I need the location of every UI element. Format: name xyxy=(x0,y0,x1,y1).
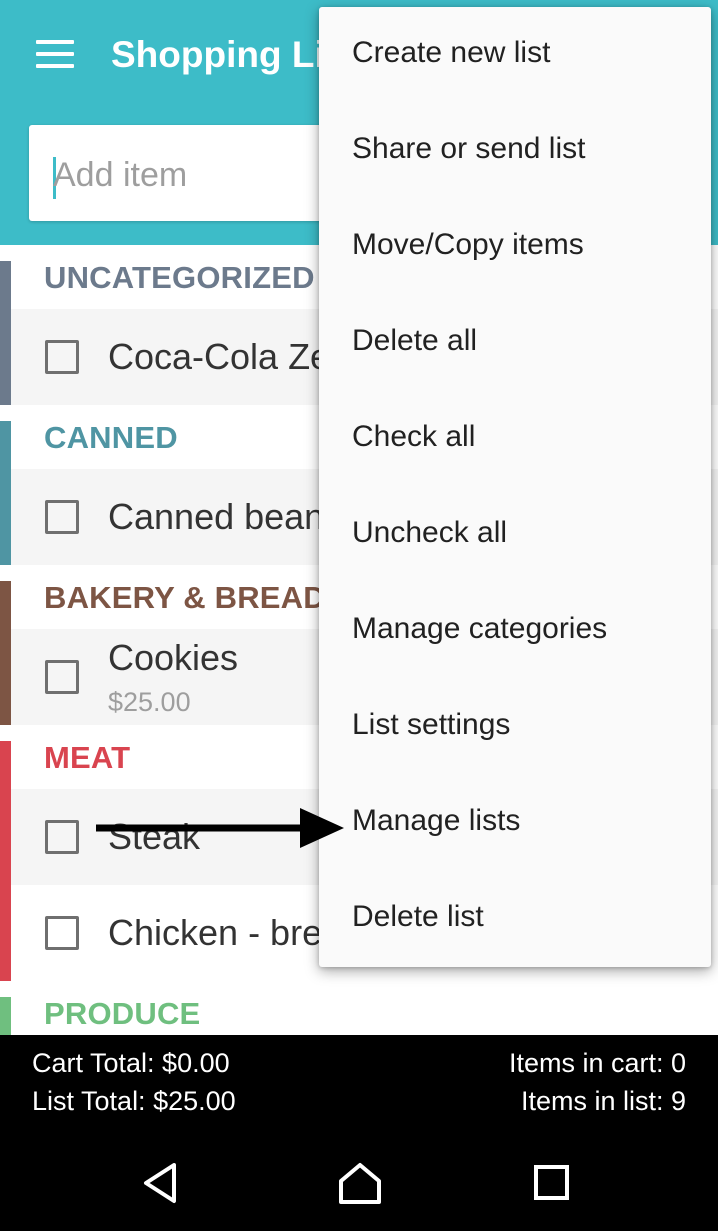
category-color-bar xyxy=(0,421,11,565)
item-name: Canned beans xyxy=(108,496,343,537)
category-color-bar xyxy=(0,261,11,405)
menu-item-label: Move/Copy items xyxy=(352,228,584,261)
add-item-box[interactable] xyxy=(29,125,349,221)
menu-item-label: Share or send list xyxy=(352,132,586,165)
menu-item-list-settings[interactable]: List settings xyxy=(319,679,711,775)
menu-item-delete-list[interactable]: Delete list xyxy=(319,871,711,967)
items-in-cart: Items in cart: 0 xyxy=(508,1048,686,1078)
category-header: UNCATEGORIZED xyxy=(44,260,315,295)
menu-item-uncheck-all[interactable]: Uncheck all xyxy=(319,487,711,583)
recents-icon[interactable] xyxy=(528,1161,576,1205)
system-navigation-bar xyxy=(0,1131,718,1231)
menu-item-label: Uncheck all xyxy=(352,516,508,549)
item-price: $25.00 xyxy=(108,687,191,717)
hamburger-menu-icon[interactable] xyxy=(36,40,74,68)
totals-bar: Cart Total: $0.00 List Total: $25.00 Ite… xyxy=(0,1035,718,1131)
menu-item-manage-lists[interactable]: Manage lists xyxy=(319,775,711,871)
item-name: Cookies xyxy=(108,637,239,678)
item-checkbox[interactable] xyxy=(45,340,79,374)
add-item-input[interactable] xyxy=(53,151,333,199)
back-icon[interactable] xyxy=(140,1161,188,1205)
cart-total: Cart Total: $0.00 xyxy=(32,1048,230,1078)
items-in-list: Items in list: 9 xyxy=(520,1086,686,1116)
item-checkbox[interactable] xyxy=(45,660,79,694)
menu-item-label: List settings xyxy=(352,708,511,741)
menu-item-label: Create new list xyxy=(352,36,551,69)
category-header: CANNED xyxy=(44,420,178,455)
menu-item-label: Delete all xyxy=(352,324,478,357)
menu-item-move-copy-items[interactable]: Move/Copy items xyxy=(319,199,711,295)
overflow-menu: Create new list Share or send list Move/… xyxy=(319,7,711,967)
item-checkbox[interactable] xyxy=(45,916,79,950)
category-color-bar xyxy=(0,997,11,1035)
menu-item-delete-all[interactable]: Delete all xyxy=(319,295,711,391)
menu-item-share-or-send-list[interactable]: Share or send list xyxy=(319,103,711,199)
menu-item-check-all[interactable]: Check all xyxy=(319,391,711,487)
category-color-bar xyxy=(0,741,11,981)
category-color-bar xyxy=(0,581,11,725)
category-header: PRODUCE xyxy=(44,996,201,1031)
menu-item-label: Check all xyxy=(352,420,476,453)
menu-item-manage-categories[interactable]: Manage categories xyxy=(319,583,711,679)
category-produce: PRODUCE xyxy=(0,981,718,1035)
home-icon[interactable] xyxy=(336,1161,384,1205)
item-checkbox[interactable] xyxy=(45,500,79,534)
shopping-list-screen: Shopping List UNCATEGORIZED Coca-Cola Ze… xyxy=(0,0,718,1231)
item-checkbox[interactable] xyxy=(45,820,79,854)
category-header: BAKERY & BREAD xyxy=(44,580,326,615)
list-total: List Total: $25.00 xyxy=(32,1086,236,1116)
menu-item-create-new-list[interactable]: Create new list xyxy=(319,7,711,103)
right-arrow-icon xyxy=(94,806,346,850)
category-header: MEAT xyxy=(44,740,131,775)
menu-item-label: Delete list xyxy=(352,900,484,933)
menu-item-label: Manage categories xyxy=(352,612,608,645)
menu-item-label: Manage lists xyxy=(352,804,521,837)
